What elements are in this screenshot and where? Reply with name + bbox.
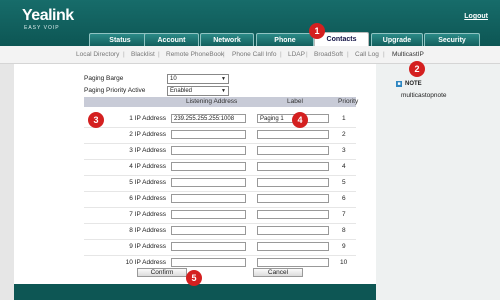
subnav-multicastip[interactable]: MulticastIP	[392, 51, 424, 58]
cancel-button[interactable]: Cancel	[253, 268, 303, 277]
subnav-separator: |	[158, 51, 160, 58]
priority-value: 8	[342, 227, 346, 234]
tab-upgrade[interactable]: Upgrade	[371, 33, 423, 46]
listening-address-input[interactable]	[171, 178, 246, 187]
callout-badge: 1	[309, 23, 325, 39]
row-label: 7 IP Address	[129, 211, 166, 218]
paging-barge-value: 10	[170, 76, 177, 82]
tab-network[interactable]: Network	[200, 33, 254, 46]
subnav-separator: |	[383, 51, 385, 58]
priority-value: 10	[340, 259, 348, 266]
table-row: 5 IP Address 5	[84, 175, 356, 192]
row-label: 4 IP Address	[129, 163, 166, 170]
footer-bar	[14, 284, 376, 300]
listening-address-input[interactable]	[171, 242, 246, 251]
subnav-call-log[interactable]: Call Log	[355, 51, 379, 58]
row-label: 10 IP Address	[125, 259, 166, 266]
logout-link[interactable]: Logout	[464, 13, 488, 20]
paging-priority-select[interactable]: Enabled ▼	[167, 86, 229, 96]
paging-priority-value: Enabled	[170, 88, 193, 94]
subnav-separator: |	[280, 51, 282, 58]
table-header: Listening Address Label Priority	[84, 97, 359, 107]
paging-barge-label: Paging Barge	[84, 75, 124, 82]
callout-badge: 2	[409, 61, 425, 77]
label-input[interactable]	[257, 130, 329, 139]
label-input[interactable]	[257, 194, 329, 203]
row-label: 1 IP Address	[129, 115, 166, 122]
listening-address-input[interactable]	[171, 130, 246, 139]
note-icon: ■	[396, 81, 402, 87]
subnav-remote-phonebook[interactable]: Remote PhoneBook	[166, 51, 224, 58]
label-input[interactable]	[257, 258, 329, 267]
row-label: 2 IP Address	[129, 131, 166, 138]
note-text: multicastopnote	[401, 92, 447, 99]
tab-phone[interactable]: Phone	[256, 33, 314, 46]
note-title: NOTE	[405, 81, 422, 87]
header-listening-address: Listening Address	[186, 98, 238, 105]
header-label: Label	[287, 98, 303, 105]
logo-tagline: EASY VOIP	[24, 25, 60, 31]
table-row: 9 IP Address 9	[84, 239, 356, 256]
row-label: 3 IP Address	[129, 147, 166, 154]
subnav-separator: |	[223, 51, 225, 58]
paging-barge-select[interactable]: 10 ▼	[167, 74, 229, 84]
paging-priority-label: Paging Priority Active	[84, 87, 146, 94]
table-row: 2 IP Address 2	[84, 127, 356, 144]
tab-security[interactable]: Security	[424, 33, 480, 46]
listening-address-input[interactable]	[171, 258, 246, 267]
label-input[interactable]	[257, 226, 329, 235]
priority-value: 3	[342, 147, 346, 154]
priority-value: 6	[342, 195, 346, 202]
label-input[interactable]	[257, 210, 329, 219]
subnav-separator: |	[347, 51, 349, 58]
row-label: 5 IP Address	[129, 179, 166, 186]
subnav-ldap[interactable]: LDAP	[288, 51, 305, 58]
listening-address-input[interactable]: 239.255.255.255:1008	[171, 114, 246, 123]
tab-status[interactable]: Status	[89, 33, 151, 46]
table-row: 10 IP Address 10	[84, 255, 356, 271]
subnav-local-directory[interactable]: Local Directory	[76, 51, 119, 58]
row-label: 6 IP Address	[129, 195, 166, 202]
row-label: 9 IP Address	[129, 243, 166, 250]
listening-address-input[interactable]	[171, 226, 246, 235]
label-input[interactable]	[257, 242, 329, 251]
priority-value: 1	[342, 115, 346, 122]
table-row: 7 IP Address 7	[84, 207, 356, 224]
table-row: 3 IP Address 3	[84, 143, 356, 160]
dropdown-arrow-icon: ▼	[221, 76, 226, 82]
row-label: 8 IP Address	[129, 227, 166, 234]
callout-badge: 5	[186, 270, 202, 286]
confirm-button[interactable]: Confirm	[137, 268, 187, 277]
subnav-separator: |	[306, 51, 308, 58]
table-row: 8 IP Address 8	[84, 223, 356, 240]
label-input[interactable]	[257, 146, 329, 155]
tab-account[interactable]: Account	[144, 33, 199, 46]
subnav-blacklist[interactable]: Blacklist	[131, 51, 155, 58]
listening-address-input[interactable]	[171, 194, 246, 203]
priority-value: 9	[342, 243, 346, 250]
subnav-separator: |	[123, 51, 125, 58]
table-row: 6 IP Address 6	[84, 191, 356, 208]
table-row: 4 IP Address 4	[84, 159, 356, 176]
priority-value: 7	[342, 211, 346, 218]
listening-address-input[interactable]	[171, 146, 246, 155]
listening-address-input[interactable]	[171, 162, 246, 171]
callout-badge: 3	[88, 112, 104, 128]
note-panel	[376, 64, 500, 300]
table-row: 1 IP Address 239.255.255.255:1008 Paging…	[84, 111, 356, 128]
callout-badge: 4	[292, 112, 308, 128]
listening-address-input[interactable]	[171, 210, 246, 219]
yealink-logo: Yealink	[22, 7, 74, 24]
subnav-phone-call-info[interactable]: Phone Call Info	[232, 51, 276, 58]
priority-value: 5	[342, 179, 346, 186]
subnav-broadsoft[interactable]: BroadSoft	[314, 51, 343, 58]
header-priority: Priority	[338, 98, 359, 105]
priority-value: 2	[342, 131, 346, 138]
priority-value: 4	[342, 163, 346, 170]
label-input[interactable]	[257, 162, 329, 171]
dropdown-arrow-icon: ▼	[221, 88, 226, 94]
label-input[interactable]	[257, 178, 329, 187]
